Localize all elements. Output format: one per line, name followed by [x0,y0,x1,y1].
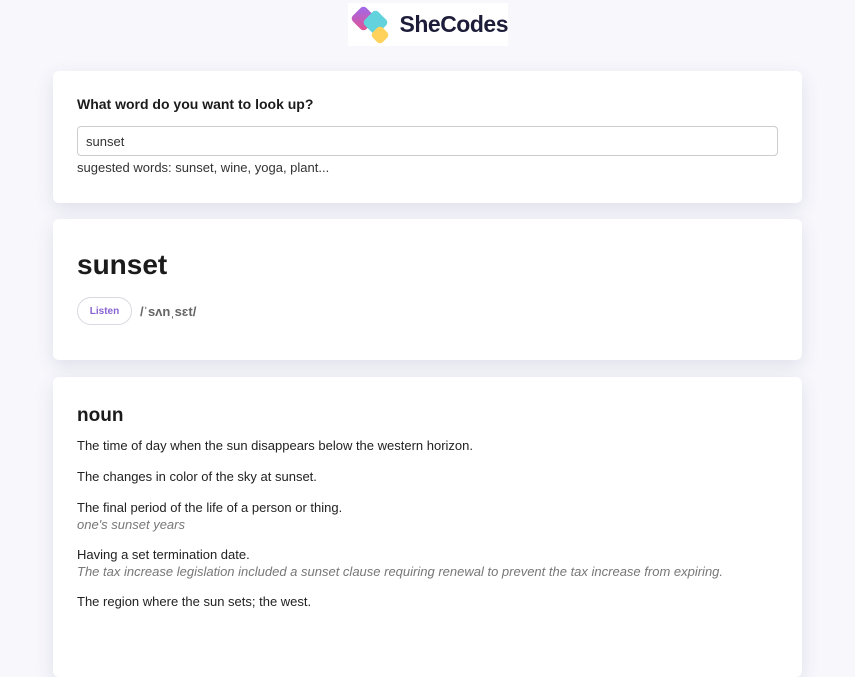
definition-item: Having a set termination date. The tax i… [77,546,778,580]
search-card: What word do you want to look up? sugest… [53,71,802,203]
logo-text: SheCodes [399,11,509,37]
phonetic-text: /ˈsʌnˌsɛt/ [140,303,197,319]
word-title: sunset [77,249,168,280]
part-of-speech: noun [77,405,124,426]
phonetic-row: Listen /ˈsʌnˌsɛt/ [77,297,778,325]
definition-text: The changes in color of the sky at sunse… [77,469,317,484]
shecodes-logo: SheCodes [348,3,509,46]
definition-text: The region where the sun sets; the west. [77,594,312,609]
definition-item: The time of day when the sun disappears … [77,437,778,455]
listen-button[interactable]: Listen [77,297,132,325]
suggested-words: sugested words: sunset, wine, yoga, plan… [77,160,330,175]
definition-example: one's sunset years [77,517,185,532]
definition-item: The final period of the life of a person… [77,499,778,533]
shecodes-logo-icon [348,3,400,46]
definition-example: The tax increase legislation included a … [77,564,724,579]
definition-text: Having a set termination date. [77,547,250,562]
definition-item: The changes in color of the sky at sunse… [77,468,778,486]
word-card: sunset Listen /ˈsʌnˌsɛt/ [53,219,802,360]
definition-text: The time of day when the sun disappears … [77,438,474,453]
definition-item: The region where the sun sets; the west. [77,593,778,611]
definition-text: The final period of the life of a person… [77,500,343,515]
search-label: What word do you want to look up? [77,96,314,112]
search-input[interactable] [77,126,778,156]
definitions-card: noun The time of day when the sun disapp… [53,377,802,677]
